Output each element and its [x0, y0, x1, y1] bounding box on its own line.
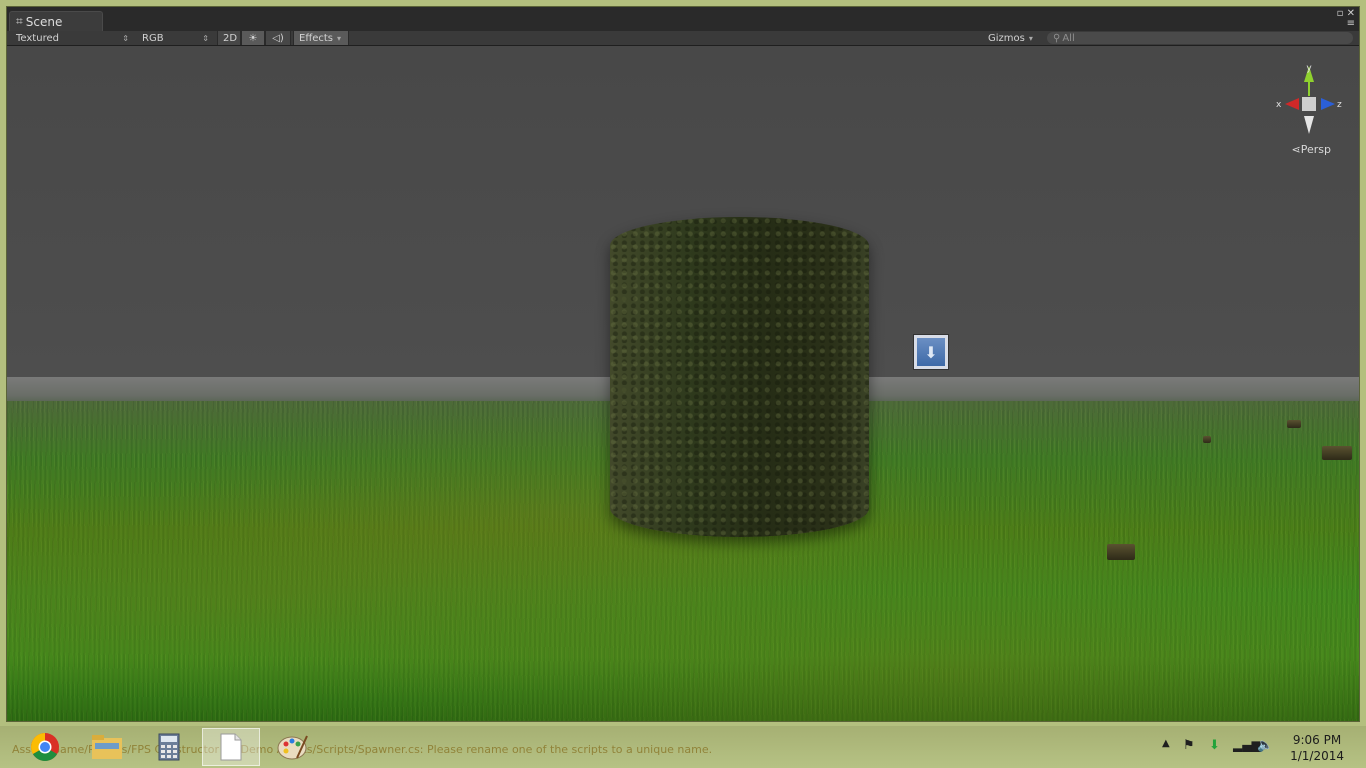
stump-object[interactable]	[1203, 436, 1211, 443]
action-center-flag-icon[interactable]: ⚑	[1183, 738, 1195, 753]
tab-scene-label: Scene	[25, 14, 63, 29]
grid-icon: ⌗	[16, 14, 23, 28]
taskbar-app-calculator[interactable]	[140, 728, 198, 766]
projection-text: Persp	[1300, 143, 1331, 156]
taskbar-app-paint[interactable]	[264, 728, 322, 766]
search-input[interactable]: ⚲ All	[1047, 32, 1353, 44]
chevron-down-icon: ▾	[337, 33, 342, 43]
down-arrow-icon: ⬇	[917, 338, 945, 366]
render-mode-value: RGB	[142, 32, 164, 44]
taskbar-app-document[interactable]	[202, 728, 260, 766]
calculator-icon	[158, 733, 180, 761]
windows-taskbar: Assets/Game/Plugins/FPS Constructor V1 D…	[0, 726, 1366, 768]
show-hidden-icons-icon[interactable]: ▲	[1162, 738, 1170, 749]
maximize-icon[interactable]: ▫	[1337, 8, 1344, 19]
gizmos-dropdown[interactable]: Gizmos ▾	[983, 31, 1039, 45]
z-axis-label: z	[1337, 100, 1342, 110]
search-placeholder: All	[1062, 32, 1075, 44]
tab-bar: ⌗ Scene ▫ ✕ ≡	[7, 7, 1359, 31]
mossy-cylinder-object[interactable]	[610, 217, 869, 537]
volume-icon[interactable]: 🔈	[1257, 738, 1273, 753]
tab-scene[interactable]: ⌗ Scene	[9, 11, 103, 31]
scene-toolbar: Textured RGB 2D ☀ ◁) Effects ▾ Gizmos ▾ …	[7, 31, 1359, 46]
draw-mode-value: Textured	[16, 32, 59, 44]
neg-y-cone[interactable]	[1304, 116, 1314, 134]
palette-icon	[277, 735, 308, 760]
sun-icon: ☀	[248, 32, 258, 44]
y-axis-label: y	[1306, 64, 1312, 74]
render-mode-dropdown[interactable]: RGB	[137, 31, 213, 45]
clock-time: 9:06 PM	[1292, 733, 1342, 747]
clock-date: 1/1/2014	[1290, 749, 1344, 763]
gizmos-label: Gizmos	[988, 32, 1025, 44]
toggle-2d-label: 2D	[223, 32, 238, 44]
effects-label: Effects	[299, 32, 333, 44]
download-tray-icon[interactable]: ⬇	[1209, 738, 1220, 753]
scene-window: ⌗ Scene ▫ ✕ ≡ Textured RGB 2D ☀ ◁) Effec…	[6, 6, 1360, 722]
x-axis-label: x	[1276, 100, 1282, 110]
draw-mode-dropdown[interactable]: Textured	[11, 31, 133, 45]
search-icon: ⚲	[1053, 32, 1061, 44]
chevron-down-icon: ▾	[1028, 33, 1033, 43]
stump-object[interactable]	[1287, 420, 1301, 428]
stump-object[interactable]	[1107, 544, 1135, 560]
x-axis-cone[interactable]	[1285, 98, 1299, 110]
window-controls: ▫ ✕ ≡	[1337, 9, 1355, 29]
chrome-icon	[31, 733, 59, 761]
persp-icon: ⋖	[1291, 143, 1301, 156]
blank-page-icon	[220, 733, 242, 761]
stump-object[interactable]	[1322, 446, 1352, 460]
gizmo-center-cube[interactable]	[1302, 97, 1316, 111]
lighting-toggle-button[interactable]: ☀	[241, 31, 265, 45]
audio-toggle-button[interactable]: ◁)	[265, 31, 291, 45]
folder-icon	[92, 735, 122, 759]
scene-viewport[interactable]: ⬇ y x z ⋖Persp	[7, 46, 1359, 721]
menu-icon[interactable]: ≡	[1347, 18, 1355, 29]
projection-label[interactable]: ⋖Persp	[1292, 143, 1331, 156]
download-marker-icon[interactable]: ⬇	[913, 334, 949, 370]
taskbar-app-file-explorer[interactable]	[78, 728, 136, 766]
effects-dropdown[interactable]: Effects ▾	[293, 31, 349, 45]
speaker-icon: ◁)	[272, 32, 284, 44]
taskbar-app-chrome[interactable]	[16, 728, 74, 766]
system-clock[interactable]: 9:06 PM 1/1/2014	[1290, 732, 1344, 764]
toggle-2d-button[interactable]: 2D	[217, 31, 241, 45]
z-axis-cone[interactable]	[1321, 98, 1335, 110]
